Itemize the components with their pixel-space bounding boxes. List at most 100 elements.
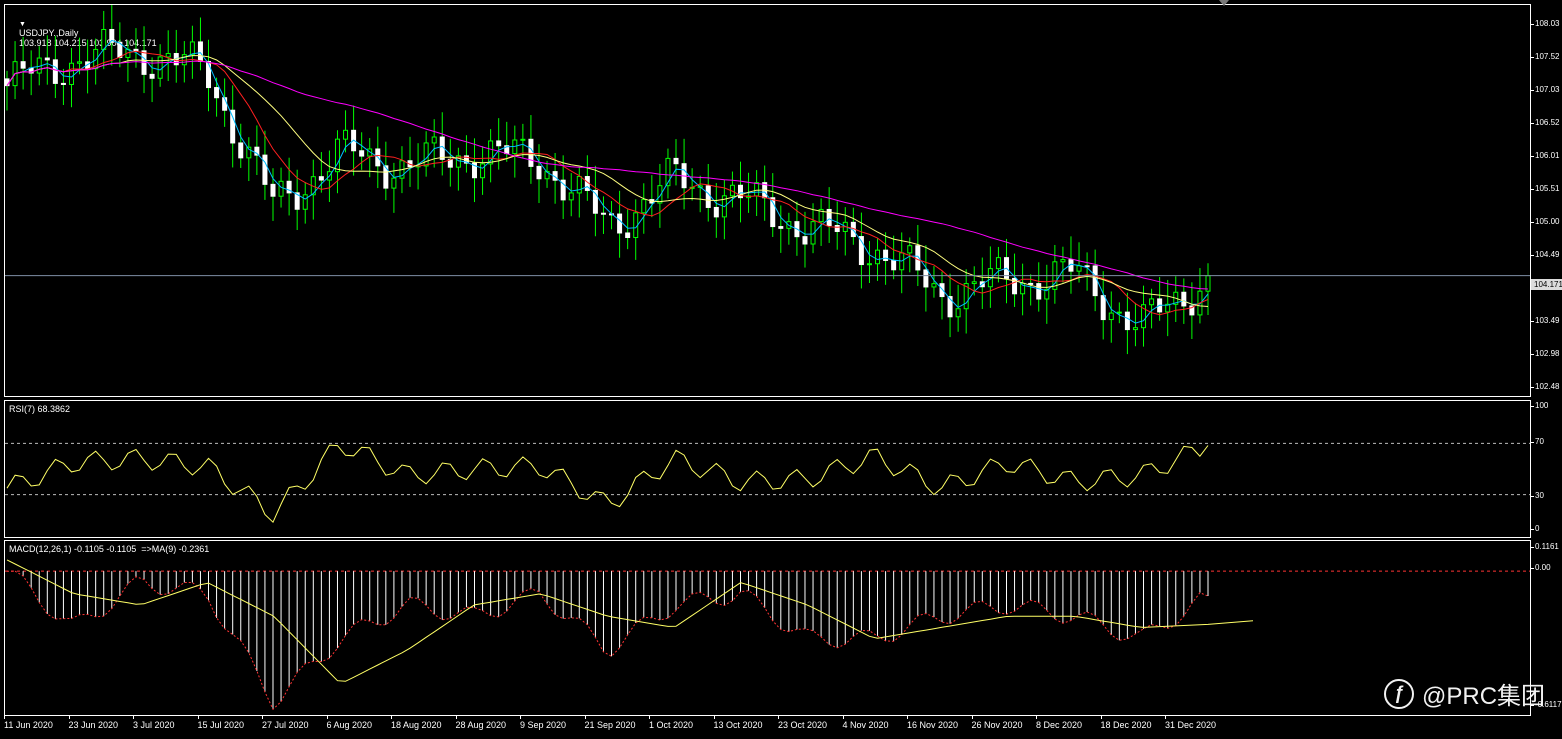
candle-body [1149, 298, 1155, 306]
candle [286, 157, 292, 216]
ma-slow-line [6, 55, 1209, 307]
candle-body [923, 269, 929, 288]
candle-body [1084, 265, 1090, 268]
candle-body [520, 138, 526, 141]
time-axis-date: 28 Aug 2020 [455, 716, 507, 730]
candle [1100, 271, 1106, 340]
time-axis-date: 18 Dec 2020 [1100, 716, 1152, 730]
rsi-axis: 100 70 30 0 [1530, 400, 1562, 538]
candle [93, 38, 99, 85]
candle-body [68, 62, 74, 85]
candle-body [480, 163, 486, 179]
candle-body [1060, 259, 1066, 263]
candle [1165, 279, 1171, 337]
candle-body [238, 142, 244, 159]
candle [447, 138, 453, 187]
candle-body [262, 154, 268, 185]
candle [665, 148, 671, 199]
ma-fast-line [6, 39, 1209, 324]
undefined-tick-label: 102.48 [1530, 382, 1560, 391]
candle-body [206, 60, 212, 89]
candle-body [133, 48, 139, 52]
time-axis-date: 1 Oct 2020 [649, 716, 694, 730]
candle-body [5, 78, 10, 87]
candle [1108, 291, 1114, 343]
candle-body [1076, 265, 1082, 272]
candle [713, 183, 719, 238]
candle [802, 211, 808, 268]
rsi-pane[interactable]: RSI(7) 68.3862 [4, 400, 1531, 538]
candle-body [189, 41, 195, 56]
candle-body [318, 176, 324, 181]
candle-body [891, 259, 897, 271]
ma-long-line [6, 60, 1209, 290]
candle [1044, 264, 1050, 324]
candle [810, 203, 816, 254]
candle [496, 118, 502, 170]
time-axis-date: 6 Aug 2020 [326, 716, 373, 730]
candle [649, 175, 655, 218]
candle-body [713, 206, 719, 218]
candle [238, 123, 244, 168]
candle [230, 85, 236, 168]
undefined-tick-label: 30 [1531, 491, 1544, 500]
undefined-tick-label: 105.00 [1530, 217, 1560, 226]
candle [1060, 246, 1066, 283]
candle [423, 131, 429, 177]
candle-body [600, 212, 606, 215]
candle-body [1092, 265, 1098, 297]
candle-body [60, 82, 66, 85]
undefined-tick-label: 103.49 [1530, 316, 1560, 325]
candle-body [149, 73, 155, 79]
candle-body [214, 87, 220, 99]
candle [44, 35, 50, 85]
undefined-tick-label: 107.03 [1530, 85, 1560, 94]
candle [165, 30, 171, 82]
candle [778, 205, 784, 253]
candle [633, 199, 639, 260]
candle-body [44, 57, 50, 61]
candle [1141, 285, 1147, 347]
candle-body [955, 308, 961, 318]
chart-shift-marker-icon[interactable] [1219, 0, 1229, 6]
candle-body [931, 283, 937, 288]
candle-body [334, 138, 340, 173]
candle [1132, 302, 1138, 347]
candle [737, 161, 743, 223]
macd-plot [5, 559, 1530, 711]
time-axis-date: 8 Dec 2020 [1036, 716, 1083, 730]
current-price-tag: 104.171 [1531, 279, 1562, 290]
candle [101, 10, 107, 70]
price-candles [5, 5, 1530, 355]
undefined-tick-label: 70 [1531, 437, 1544, 446]
candle [641, 183, 647, 234]
candle-body [359, 150, 365, 157]
candle [1084, 252, 1090, 291]
time-axis-date: 31 Dec 2020 [1165, 716, 1217, 730]
candle-body [625, 232, 631, 238]
undefined-tick-label: 102.98 [1530, 349, 1560, 358]
candle [68, 47, 74, 108]
candle [729, 171, 735, 208]
time-axis-date: 13 Oct 2020 [713, 716, 763, 730]
candle [302, 182, 308, 224]
candle-body [907, 245, 913, 254]
candle [20, 36, 26, 90]
candle [480, 146, 486, 195]
candle [189, 25, 195, 79]
candle-body [1116, 311, 1122, 314]
candle [891, 235, 897, 280]
macd-pane[interactable]: MACD(12,26,1) -0.1105 -0.1105 =>MA(9) -0… [4, 540, 1531, 716]
candle [1052, 244, 1058, 304]
candle [157, 44, 163, 87]
candle [455, 147, 461, 191]
candle [12, 41, 18, 100]
candle [834, 201, 840, 250]
candle-body [302, 194, 308, 210]
candle-body [1100, 295, 1106, 321]
candle [617, 190, 623, 258]
price-chart-pane[interactable]: ▼ USDJPY.,Daily 103.918 104.215 103.904 … [4, 4, 1531, 397]
candle [544, 160, 550, 188]
candle-body [568, 192, 574, 201]
candle [915, 224, 921, 287]
